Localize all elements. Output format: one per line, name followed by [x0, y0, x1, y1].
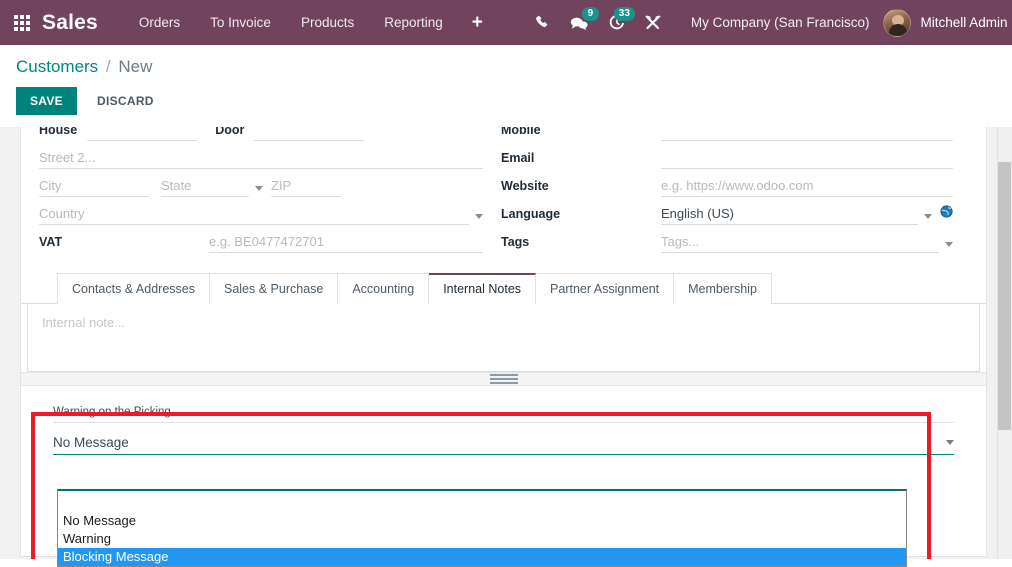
- website-row: Website e.g. https://www.odoo.com: [501, 169, 953, 197]
- dropdown-option-blocking-message[interactable]: Blocking Message: [58, 548, 906, 566]
- mobile-input[interactable]: [661, 127, 953, 141]
- house-door-row: House Door: [39, 127, 483, 141]
- vat-input[interactable]: e.g. BE0477472701: [209, 234, 483, 253]
- city-input[interactable]: City: [39, 178, 149, 197]
- dropdown-option-blank[interactable]: [58, 491, 906, 512]
- language-chevron-down-icon[interactable]: [924, 214, 932, 219]
- avatar: [883, 8, 912, 37]
- notebook-tab-list: Contacts & Addresses Sales & Purchase Ac…: [21, 273, 986, 304]
- vertical-scrollbar-thumb[interactable]: [998, 162, 1011, 430]
- user-name-label: Mitchell Admin: [920, 15, 1008, 30]
- contact-column: Mobile Email Website e.g. https://www.od…: [483, 127, 953, 253]
- house-input[interactable]: [87, 127, 198, 141]
- street2-input[interactable]: Street 2...: [39, 150, 483, 169]
- tab-internal-notes[interactable]: Internal Notes: [429, 273, 537, 304]
- door-label: Door: [215, 127, 245, 137]
- state-chevron-down-icon[interactable]: [255, 186, 263, 191]
- internal-note-input[interactable]: Internal note...: [42, 315, 125, 330]
- tab-partner-assignment[interactable]: Partner Assignment: [536, 273, 675, 304]
- tab-contacts-addresses[interactable]: Contacts & Addresses: [57, 273, 210, 304]
- language-select[interactable]: English (US): [661, 206, 918, 225]
- tab-membership[interactable]: Membership: [674, 273, 772, 304]
- country-row: Country: [39, 197, 483, 225]
- apps-grid-icon[interactable]: [14, 14, 30, 31]
- website-input[interactable]: e.g. https://www.odoo.com: [661, 178, 953, 197]
- email-label: Email: [501, 151, 535, 165]
- company-selector[interactable]: My Company (San Francisco): [677, 15, 884, 30]
- tags-input[interactable]: Tags...: [661, 234, 939, 253]
- tab-accounting[interactable]: Accounting: [338, 273, 430, 304]
- mobile-label: Mobile: [501, 127, 541, 137]
- nav-menu-reporting[interactable]: Reporting: [369, 0, 458, 45]
- country-chevron-down-icon[interactable]: [475, 214, 483, 219]
- internal-notes-pane[interactable]: Internal note...: [27, 304, 980, 372]
- phone-icon[interactable]: [525, 0, 560, 45]
- sheet-resize-handle[interactable]: [21, 372, 986, 386]
- street2-row: Street 2...: [39, 141, 483, 169]
- app-brand-sales[interactable]: Sales: [42, 11, 98, 35]
- nav-add-button[interactable]: +: [458, 0, 497, 45]
- breadcrumb-separator: /: [105, 57, 111, 76]
- tools-icon[interactable]: [635, 0, 671, 45]
- top-navbar: Sales Orders To Invoice Products Reporti…: [0, 0, 1012, 45]
- save-button[interactable]: SAVE: [16, 87, 77, 115]
- nav-menu-to-invoice[interactable]: To Invoice: [195, 0, 286, 45]
- country-input[interactable]: Country: [39, 206, 469, 225]
- form-fields-grid: House Door Street 2... City State ZIP Co…: [21, 127, 986, 259]
- breadcrumb-customers[interactable]: Customers: [16, 57, 98, 76]
- picking-warning-chevron-down-icon[interactable]: [946, 440, 954, 445]
- address-column: House Door Street 2... City State ZIP Co…: [21, 127, 483, 253]
- messages-count-badge: 9: [581, 7, 599, 21]
- tab-sales-purchase[interactable]: Sales & Purchase: [209, 273, 339, 304]
- tags-row: Tags Tags...: [501, 225, 953, 253]
- nav-menu-orders[interactable]: Orders: [124, 0, 195, 45]
- door-input[interactable]: [254, 127, 365, 141]
- discard-button[interactable]: DISCARD: [83, 87, 168, 115]
- house-label: House: [39, 127, 78, 137]
- globe-icon[interactable]: [940, 205, 953, 223]
- picking-warning-select[interactable]: No Message: [53, 435, 954, 455]
- state-input[interactable]: State: [161, 178, 249, 197]
- dropdown-option-no-message[interactable]: No Message: [58, 512, 906, 530]
- picking-warning-selected-value: No Message: [53, 435, 129, 450]
- vat-row: VAT e.g. BE0477472701: [39, 225, 483, 253]
- action-button-row: SAVE DISCARD: [0, 77, 1012, 115]
- control-panel: Customers / New SAVE DISCARD: [0, 45, 1012, 127]
- language-row: Language English (US): [501, 197, 953, 225]
- picking-warning-label: Warning on the Picking: [53, 406, 171, 418]
- city-state-zip-row: City State ZIP: [39, 169, 483, 197]
- mobile-row: Mobile: [501, 127, 953, 141]
- messages-icon[interactable]: 9: [560, 0, 599, 45]
- language-label: Language: [501, 207, 561, 221]
- website-label: Website: [501, 179, 549, 193]
- notebook: Contacts & Addresses Sales & Purchase Ac…: [21, 273, 986, 372]
- picking-warning-dropdown-list[interactable]: No Message Warning Blocking Message: [57, 489, 907, 567]
- nav-menu-products[interactable]: Products: [286, 0, 369, 45]
- drag-grip-icon: [489, 372, 518, 386]
- activities-count-badge: 33: [613, 7, 635, 21]
- breadcrumb: Customers / New: [0, 45, 1012, 77]
- vat-label: VAT: [39, 235, 63, 249]
- picking-warning-label-underline: [53, 422, 954, 423]
- user-menu[interactable]: Mitchell Admin: [883, 8, 1012, 37]
- breadcrumb-current: New: [118, 57, 153, 76]
- email-row: Email: [501, 141, 953, 169]
- dropdown-option-warning[interactable]: Warning: [58, 530, 906, 548]
- zip-input[interactable]: ZIP: [271, 178, 341, 197]
- activities-icon[interactable]: 33: [599, 0, 635, 45]
- email-input[interactable]: [661, 150, 953, 169]
- tags-label: Tags: [501, 235, 530, 249]
- tags-chevron-down-icon[interactable]: [945, 242, 953, 247]
